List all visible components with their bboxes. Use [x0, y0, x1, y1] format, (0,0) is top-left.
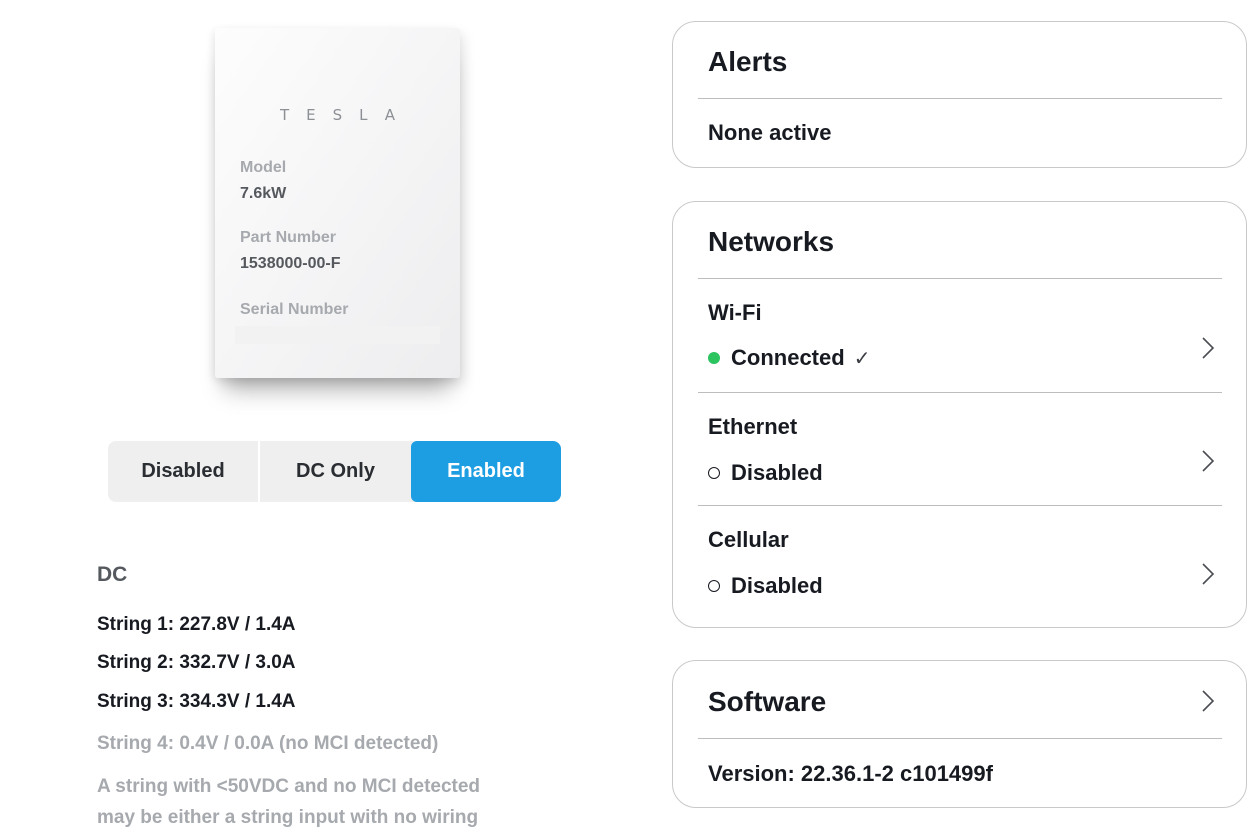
software-card[interactable]: Software Version: 22.36.1-2 c101499f: [672, 660, 1247, 808]
tesla-logo: TESLA: [279, 106, 413, 124]
alerts-card: Alerts None active: [672, 21, 1247, 168]
checkmark-icon: ✓: [853, 346, 871, 370]
ethernet-status: Disabled: [708, 460, 823, 486]
ethernet-label: Ethernet: [708, 414, 798, 439]
mode-enabled-button[interactable]: Enabled: [411, 441, 561, 502]
empty-circle-icon: [708, 580, 720, 592]
networks-title: Networks: [708, 226, 835, 257]
networks-card: Networks Wi-Fi Connected ✓ Ethernet Disa…: [672, 201, 1247, 628]
cellular-status: Disabled: [708, 573, 823, 599]
string-4-reading: String 4: 0.4V / 0.0A (no MCI detected): [97, 733, 439, 754]
network-row-cellular[interactable]: [674, 506, 1247, 616]
dc-note-line-2: may be either a string input with no wir…: [97, 807, 479, 828]
powerwall-device-image: TESLA Model 7.6kW Part Number 1538000-00…: [215, 28, 460, 408]
wifi-status-text: Connected: [731, 345, 845, 370]
alerts-status: None active: [708, 120, 832, 145]
software-divider: [698, 738, 1222, 739]
mode-disabled-button[interactable]: Disabled: [108, 441, 260, 502]
dc-note-line-1: A string with <50VDC and no MCI detected: [97, 776, 481, 797]
software-chevron-right-icon[interactable]: [1198, 688, 1218, 714]
empty-circle-icon: [708, 467, 720, 479]
alerts-divider: [698, 98, 1222, 99]
string-2-reading: String 2: 332.7V / 3.0A: [97, 652, 296, 673]
ethernet-status-text: Disabled: [731, 460, 823, 485]
ethernet-chevron-right-icon[interactable]: [1198, 448, 1218, 474]
part-number-value: 1538000-00-F: [240, 255, 341, 272]
device-panel: TESLA Model 7.6kW Part Number 1538000-00…: [215, 28, 460, 378]
green-dot-icon: [708, 352, 720, 364]
dc-string-note: A string with <50VDC and no MCI detected…: [97, 771, 617, 833]
wifi-status: Connected ✓: [708, 345, 870, 371]
model-label: Model: [240, 159, 287, 176]
wifi-chevron-right-icon[interactable]: [1198, 335, 1218, 361]
network-row-wifi[interactable]: [674, 279, 1247, 392]
software-title: Software: [708, 686, 827, 717]
cellular-chevron-right-icon[interactable]: [1198, 561, 1218, 587]
alerts-title: Alerts: [708, 46, 788, 77]
dc-section-title: DC: [97, 563, 128, 586]
cellular-status-text: Disabled: [731, 573, 823, 598]
wifi-label: Wi-Fi: [708, 300, 762, 325]
mode-dc-only-button[interactable]: DC Only: [260, 441, 411, 502]
network-row-ethernet[interactable]: [674, 393, 1247, 505]
cellular-label: Cellular: [708, 527, 789, 552]
string-1-reading: String 1: 227.8V / 1.4A: [97, 614, 296, 635]
serial-number-label: Serial Number: [240, 301, 349, 318]
serial-number-value: [235, 326, 440, 344]
model-value: 7.6kW: [240, 185, 287, 202]
mode-selector: Disabled DC Only Enabled: [108, 441, 561, 502]
software-version: Version: 22.36.1-2 c101499f: [708, 761, 993, 786]
part-number-label: Part Number: [240, 229, 337, 246]
string-3-reading: String 3: 334.3V / 1.4A: [97, 691, 296, 712]
